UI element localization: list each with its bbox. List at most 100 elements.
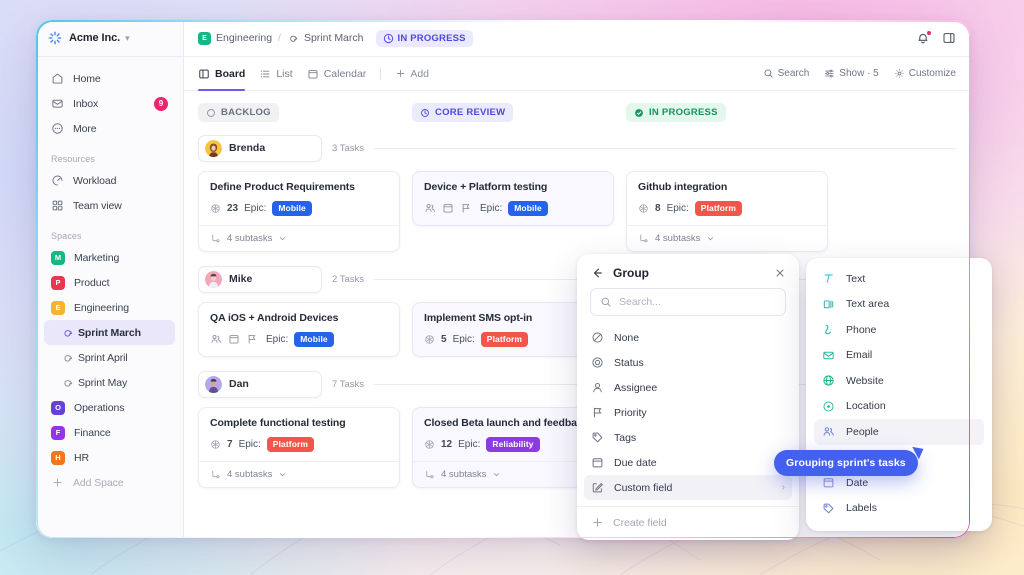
assignee-chip[interactable]: Dan [198,371,322,398]
tab-label: List [276,68,292,80]
assignee-chip[interactable]: Mike [198,266,322,293]
chevron-down-icon[interactable] [706,234,715,243]
breadcrumb[interactable]: E Engineering / Sprint March [198,32,364,45]
column-backlog[interactable]: BACKLOG [198,103,400,123]
column-core-review[interactable]: CORE REVIEW [412,103,614,123]
epic-tag[interactable]: Mobile [272,201,312,216]
more-icon [51,122,64,135]
assignee-chip[interactable]: Brenda [198,135,322,162]
task-card[interactable]: Device + Platform testing [412,171,614,226]
sidebar-item-inbox[interactable]: Inbox 9 [44,91,175,116]
bell-icon[interactable] [916,31,930,45]
chevron-down-icon[interactable] [278,470,287,479]
epic-tag[interactable]: Platform [481,332,528,347]
sidebar-item-engineering[interactable]: E Engineering [44,295,175,320]
epic-label: Epic: [244,203,266,214]
column-label: BACKLOG [221,107,271,118]
tab-list[interactable]: List [259,57,292,90]
group-option-due-date[interactable]: Due date [584,450,792,475]
sidebar-item-workload[interactable]: Workload [44,168,175,193]
sidebar: Acme Inc. ▾ Home [36,20,184,538]
task-card[interactable]: QA iOS + Android Devices [198,302,400,357]
close-icon[interactable] [774,267,786,279]
epic-tag[interactable]: Mobile [294,332,334,347]
sidebar-item-operations[interactable]: O Operations [44,395,175,420]
calendar-icon[interactable] [442,202,454,214]
chevron-down-icon[interactable] [492,470,501,479]
add-space-label: Add Space [73,477,123,489]
tab-board[interactable]: Board [198,57,245,90]
search-input[interactable] [619,296,776,308]
create-field-button[interactable]: Create field [577,506,799,540]
customize-button[interactable]: Customize [894,68,956,79]
calendar-icon [822,476,835,489]
card-meta: 5 Epic: Platform [424,332,602,347]
card-footer[interactable]: 4 subtasks [627,225,827,251]
inbox-badge: 9 [154,97,168,111]
workspace-switcher[interactable]: Acme Inc. ▾ [36,20,183,57]
card-footer[interactable]: 4 subtasks [199,225,399,251]
task-card[interactable]: Complete functional testing 7 Epic: Plat… [198,407,400,488]
subtask-count: 12 [441,439,452,450]
avatar [205,271,222,288]
sidebar-item-team-view[interactable]: Team view [44,193,175,218]
add-view-button[interactable]: Add [395,68,429,80]
sidebar-item-finance[interactable]: F Finance [44,420,175,445]
field-type-people[interactable]: People [814,419,984,445]
sidebar-item-sprint-april[interactable]: Sprint April [44,345,175,370]
show-button[interactable]: Show · 5 [824,68,878,79]
group-option-custom-field[interactable]: Custom field › [584,475,792,500]
card-footer[interactable]: 4 subtasks [199,461,399,487]
calendar-icon[interactable] [228,333,240,345]
field-type-location[interactable]: Location [814,394,984,420]
field-type-text-area[interactable]: Text area [814,292,984,318]
space-chip-icon: O [51,401,65,415]
field-type-email[interactable]: Email [814,343,984,369]
add-space-button[interactable]: Add Space [44,470,175,495]
sidebar-item-hr[interactable]: H HR [44,445,175,470]
flag-icon[interactable] [460,202,472,214]
flag-icon[interactable] [246,333,258,345]
clock-icon [383,33,394,44]
sidebar-toggle-icon[interactable] [942,31,956,45]
task-card[interactable]: Define Product Requirements 23 Epic: Mob… [198,171,400,252]
people-icon[interactable] [424,202,436,214]
breadcrumb-space[interactable]: Engineering [216,32,272,44]
group-options-list: None Status Assignee Priority Tags [577,323,799,506]
epic-tag[interactable]: Platform [267,437,314,452]
status-badge[interactable]: IN PROGRESS [376,30,473,47]
field-type-labels[interactable]: Labels [814,496,984,522]
chevron-down-icon[interactable] [278,234,287,243]
group-option-none[interactable]: None [584,325,792,350]
epic-tag[interactable]: Platform [695,201,742,216]
field-type-text[interactable]: Text [814,266,984,292]
tab-calendar[interactable]: Calendar [307,57,367,90]
task-card[interactable]: Github integration 8 Epic: Platform [626,171,828,252]
subtasks-icon [638,233,649,244]
column-in-progress[interactable]: IN PROGRESS [626,103,828,123]
field-type-website[interactable]: Website [814,368,984,394]
breadcrumb-sprint[interactable]: Sprint March [304,32,364,44]
epic-tag[interactable]: Mobile [508,201,548,216]
field-type-label: Location [846,400,886,412]
board-icon [198,68,210,80]
group-option-label: Assignee [614,382,657,394]
epic-tag[interactable]: Reliability [486,437,539,452]
group-option-tags[interactable]: Tags [584,425,792,450]
sidebar-item-sprint-may[interactable]: Sprint May [44,370,175,395]
sidebar-item-marketing[interactable]: M Marketing [44,245,175,270]
sidebar-item-more[interactable]: More [44,116,175,141]
space-chip-icon: F [51,426,65,440]
group-option-status[interactable]: Status [584,350,792,375]
subtasks-icon [210,469,221,480]
sidebar-item-sprint-march[interactable]: Sprint March [44,320,175,345]
group-option-priority[interactable]: Priority [584,400,792,425]
field-type-phone[interactable]: Phone [814,317,984,343]
search-button[interactable]: Search [763,68,810,79]
group-search-field[interactable] [590,288,786,316]
people-icon[interactable] [210,333,222,345]
arrow-left-icon[interactable] [590,266,604,280]
group-option-assignee[interactable]: Assignee [584,375,792,400]
sidebar-item-home[interactable]: Home [44,66,175,91]
sidebar-item-product[interactable]: P Product [44,270,175,295]
